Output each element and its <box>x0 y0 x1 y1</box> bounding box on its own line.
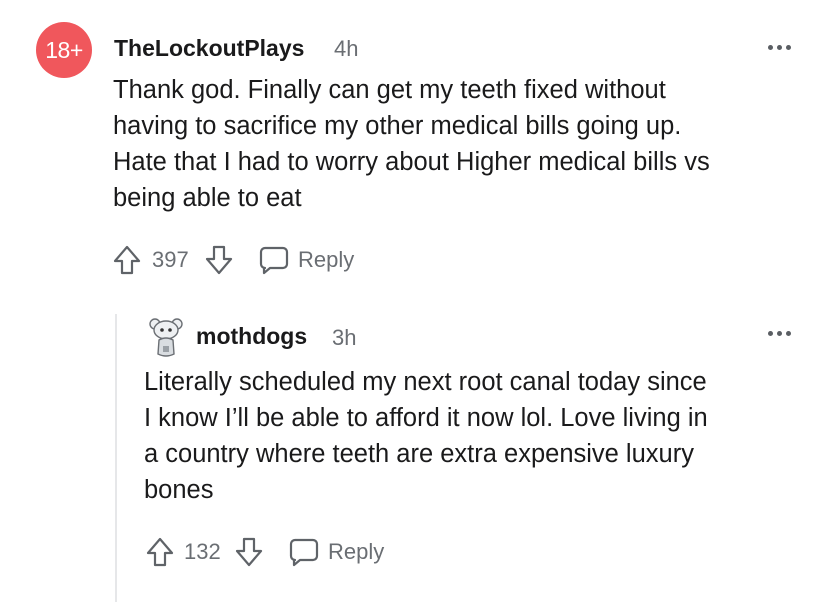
avatar-label: 18+ <box>45 36 83 63</box>
downvote-arrow-icon <box>235 537 263 567</box>
downvote-button[interactable] <box>234 536 264 568</box>
reply-button[interactable]: Reply <box>288 536 384 568</box>
reply-body: Literally scheduled my next root canal t… <box>144 368 708 504</box>
thread-line[interactable] <box>115 314 117 602</box>
upvote-button[interactable] <box>112 244 142 276</box>
reply-timestamp: 3h <box>332 325 357 350</box>
speech-bubble-icon <box>259 246 289 275</box>
reply-label: Reply <box>328 539 385 564</box>
vote-count: 132 <box>184 539 221 564</box>
vote-count: 397 <box>152 247 189 272</box>
reply-button[interactable]: Reply <box>258 244 354 276</box>
comment-username[interactable]: TheLockoutPlays <box>114 35 304 62</box>
speech-bubble-icon <box>289 538 319 567</box>
comment-timestamp: 4h <box>334 36 359 61</box>
upvote-arrow-icon <box>113 245 141 275</box>
upvote-arrow-icon <box>146 537 174 567</box>
reply-username[interactable]: mothdogs <box>196 323 307 350</box>
downvote-arrow-icon <box>205 245 233 275</box>
snoo-avatar-icon[interactable] <box>146 316 186 360</box>
upvote-button[interactable] <box>145 536 175 568</box>
comment-body: Thank god. Finally can get my teeth fixe… <box>113 76 710 212</box>
more-options-icon[interactable] <box>768 45 791 50</box>
more-options-icon[interactable] <box>768 331 791 336</box>
reply-label: Reply <box>298 247 355 272</box>
user-avatar-18plus[interactable]: 18+ <box>36 22 92 78</box>
downvote-button[interactable] <box>204 244 234 276</box>
